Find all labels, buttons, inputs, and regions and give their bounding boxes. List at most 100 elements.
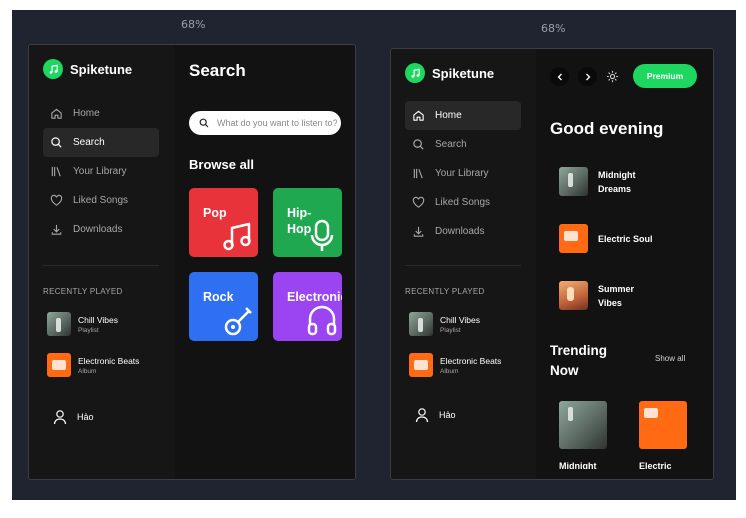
nav-label: Search: [73, 137, 105, 148]
forward-button[interactable]: [578, 67, 597, 86]
quick-pick-title: Summer Vibes: [598, 283, 635, 308]
quick-pick-item[interactable]: Electric Soul: [559, 224, 679, 253]
quick-pick-item[interactable]: Summer Vibes: [559, 281, 679, 310]
preview-frame-search: 68% Spiketune Home Search Your Library L…: [12, 10, 378, 500]
user-profile[interactable]: Hảo: [53, 409, 94, 425]
search-icon: [51, 137, 62, 148]
sidebar: Spiketune Home Search Your Library Liked…: [29, 45, 175, 479]
canvas: 68% Spiketune Home Search Your Library L…: [0, 0, 746, 518]
gear-icon[interactable]: [606, 70, 619, 83]
library-icon: [413, 168, 423, 179]
recently-played-list: Chill Vibes Playlist Electronic Beats Al…: [409, 311, 525, 393]
genre-card-rock[interactable]: Rock: [189, 272, 258, 341]
nav-label: Search: [435, 139, 467, 150]
nav-downloads[interactable]: Downloads: [43, 215, 159, 244]
user-name: Hảo: [439, 410, 456, 420]
recent-title: Electronic Beats: [78, 355, 140, 366]
download-icon: [51, 224, 62, 235]
search-input[interactable]: [217, 118, 337, 128]
search-icon: [199, 118, 209, 128]
nav-home[interactable]: Home: [405, 101, 521, 130]
music-logo-icon: [43, 59, 63, 79]
sidebar-divider: [43, 265, 159, 266]
nav-library[interactable]: Your Library: [405, 159, 521, 188]
library-icon: [51, 166, 61, 177]
viewport-edge: [536, 469, 713, 479]
nav-label: Your Library: [73, 166, 127, 177]
quick-pick-title: Midnight Dreams: [598, 169, 636, 194]
recent-subtitle: Album: [440, 367, 459, 375]
zoom-label: 68%: [541, 22, 566, 35]
preview-frame-home: 68% Spiketune Home Search Your Library L…: [376, 10, 736, 500]
nav-downloads[interactable]: Downloads: [405, 217, 521, 246]
album-art: [559, 401, 607, 449]
user-profile[interactable]: Hảo: [415, 407, 456, 423]
nav-label: Home: [73, 108, 100, 119]
nav-label: Liked Songs: [435, 197, 491, 208]
sidebar-nav: Home Search Your Library Liked Songs Dow…: [405, 101, 521, 246]
home-icon: [413, 110, 424, 121]
brand[interactable]: Spiketune: [43, 59, 132, 79]
page-title: Search: [189, 61, 246, 80]
album-art: [47, 353, 71, 377]
nav-liked-songs[interactable]: Liked Songs: [43, 186, 159, 215]
recently-played-list: Chill Vibes Playlist Electronic Beats Al…: [47, 311, 163, 393]
search-bar[interactable]: [189, 111, 341, 135]
recent-item[interactable]: Electronic Beats Album: [47, 352, 163, 378]
nav-label: Liked Songs: [73, 195, 129, 206]
recent-item[interactable]: Chill Vibes Playlist: [47, 311, 163, 337]
album-art: [409, 312, 433, 336]
nav-library[interactable]: Your Library: [43, 157, 159, 186]
album-art: [639, 401, 687, 449]
album-art: [559, 224, 588, 253]
nav-home[interactable]: Home: [43, 99, 159, 128]
zoom-label: 68%: [181, 18, 206, 31]
user-icon: [415, 408, 429, 423]
user-icon: [53, 410, 67, 425]
heart-icon: [50, 194, 63, 206]
recently-played-title: RECENTLY PLAYED: [405, 287, 485, 296]
recent-subtitle: Album: [78, 367, 97, 375]
nav-label: Your Library: [435, 168, 489, 179]
user-name: Hảo: [77, 412, 94, 422]
nav-liked-songs[interactable]: Liked Songs: [405, 188, 521, 217]
app-window-home: Spiketune Home Search Your Library Liked…: [390, 48, 714, 480]
recent-item[interactable]: Chill Vibes Playlist: [409, 311, 525, 337]
heart-icon: [412, 196, 425, 208]
brand[interactable]: Spiketune: [405, 63, 494, 83]
sidebar: Spiketune Home Search Your Library Liked…: [391, 49, 536, 479]
genre-card-electronic[interactable]: Electronic: [273, 272, 342, 341]
genre-card-pop[interactable]: Pop: [189, 188, 258, 257]
premium-button[interactable]: Premium: [633, 64, 697, 88]
music-note-icon: [223, 222, 251, 251]
quick-pick-item[interactable]: Midnight Dreams: [559, 167, 679, 196]
download-icon: [413, 226, 424, 237]
quick-pick-title: Electric Soul: [598, 233, 653, 244]
recent-item[interactable]: Electronic Beats Album: [409, 352, 525, 378]
nav-search[interactable]: Search: [43, 128, 159, 157]
search-page: Search Browse all Pop Hip-Hop Rock: [175, 45, 355, 479]
back-button[interactable]: [550, 67, 569, 86]
headphones-icon: [307, 305, 337, 336]
recent-title: Chill Vibes: [78, 314, 119, 325]
recent-title: Electronic Beats: [440, 355, 502, 366]
app-window-search: Spiketune Home Search Your Library Liked…: [28, 44, 356, 480]
recently-played-title: RECENTLY PLAYED: [43, 287, 123, 296]
music-logo-icon: [405, 63, 425, 83]
search-icon: [413, 139, 424, 150]
nav-label: Downloads: [73, 224, 123, 235]
album-art: [47, 312, 71, 336]
recent-subtitle: Playlist: [78, 326, 99, 334]
nav-search[interactable]: Search: [405, 130, 521, 159]
guitar-icon: [224, 307, 252, 336]
chevron-right-icon: [585, 73, 590, 80]
recent-subtitle: Playlist: [440, 326, 461, 334]
home-icon: [51, 108, 62, 119]
show-all-link[interactable]: Show all: [655, 354, 685, 363]
brand-name: Spiketune: [432, 65, 495, 81]
genre-card-hip-hop[interactable]: Hip-Hop: [273, 188, 342, 257]
nav-label: Home: [435, 110, 462, 121]
album-art: [559, 281, 588, 310]
trending-title: Trending Now: [550, 343, 607, 378]
sidebar-nav: Home Search Your Library Liked Songs Dow…: [43, 99, 159, 244]
